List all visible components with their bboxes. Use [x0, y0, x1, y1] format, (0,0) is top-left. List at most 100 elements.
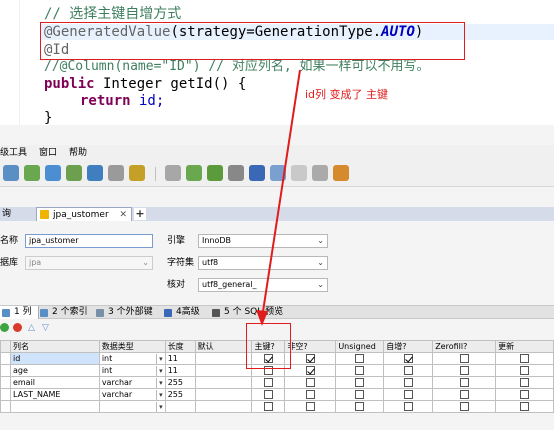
- zerofill-checkbox[interactable]: [459, 401, 469, 411]
- unsigned-checkbox[interactable]: [355, 401, 365, 411]
- menu-item-tools[interactable]: 级工具: [0, 145, 27, 161]
- subtab-sql-preview[interactable]: 5 个 SQL 预览: [210, 306, 283, 319]
- table-row[interactable]: ▾: [0, 400, 554, 413]
- update-checkbox[interactable]: [520, 353, 530, 363]
- add-tab-button[interactable]: +: [134, 208, 146, 220]
- refresh-icon[interactable]: [45, 165, 61, 181]
- notnull-checkbox[interactable]: [305, 401, 315, 411]
- length-cell[interactable]: 11: [164, 364, 196, 377]
- row-marker[interactable]: [0, 352, 11, 365]
- update-checkbox[interactable]: [520, 389, 530, 399]
- length-cell[interactable]: 11: [164, 352, 196, 365]
- autoinc-checkbox[interactable]: [403, 389, 413, 399]
- column-name-cell[interactable]: email: [9, 376, 100, 389]
- length-cell[interactable]: 255: [164, 376, 196, 389]
- data-type-cell[interactable]: int ▾: [98, 364, 166, 377]
- link-icon[interactable]: [66, 165, 82, 181]
- autoinc-checkbox[interactable]: [403, 377, 413, 387]
- autoinc-checkbox[interactable]: [403, 365, 413, 375]
- autoinc-checkbox[interactable]: [403, 353, 413, 363]
- move-up-icon[interactable]: △: [28, 323, 35, 333]
- subtab-foreign-keys[interactable]: 3 个外部键: [94, 306, 153, 319]
- unsigned-checkbox[interactable]: [355, 389, 365, 399]
- delete-column-icon[interactable]: [13, 323, 22, 332]
- column-header[interactable]: Unsigned: [335, 340, 385, 353]
- schema-icon[interactable]: [165, 165, 181, 181]
- notnull-checkbox[interactable]: [305, 389, 315, 399]
- code-line-return[interactable]: return id;: [80, 93, 164, 109]
- open-icon[interactable]: [24, 165, 40, 181]
- default-cell[interactable]: [194, 388, 253, 401]
- export-icon[interactable]: [87, 165, 103, 181]
- zerofill-checkbox[interactable]: [459, 377, 469, 387]
- grid-icon[interactable]: [291, 165, 307, 181]
- sync-icon[interactable]: [186, 165, 202, 181]
- notnull-checkbox[interactable]: [305, 377, 315, 387]
- chevron-down-icon[interactable]: ▾: [156, 365, 163, 376]
- menu-item-help[interactable]: 帮助: [69, 145, 87, 161]
- update-checkbox[interactable]: [520, 401, 530, 411]
- unsigned-checkbox[interactable]: [355, 365, 365, 375]
- column-header[interactable]: Zerofill?: [432, 340, 497, 353]
- default-cell[interactable]: [194, 376, 253, 389]
- table-row[interactable]: LAST_NAME varchar ▾ 255: [0, 388, 554, 401]
- row-marker[interactable]: [0, 364, 11, 377]
- pk-checkbox[interactable]: [263, 377, 273, 387]
- data-type-cell[interactable]: int ▾: [98, 352, 166, 365]
- move-down-icon[interactable]: ▽: [42, 323, 49, 333]
- default-cell[interactable]: [194, 400, 253, 413]
- row-marker[interactable]: [0, 376, 11, 389]
- pk-checkbox[interactable]: [263, 401, 273, 411]
- column-header[interactable]: 自增?: [383, 340, 434, 353]
- column-name-cell[interactable]: [9, 400, 100, 413]
- charset-select[interactable]: utf8 ⌄: [198, 256, 328, 270]
- close-icon[interactable]: ✕: [119, 210, 127, 220]
- length-cell[interactable]: 255: [164, 388, 196, 401]
- column-header[interactable]: 数据类型: [98, 340, 166, 353]
- column-name-cell[interactable]: id: [9, 352, 100, 365]
- default-cell[interactable]: [194, 352, 253, 365]
- update-checkbox[interactable]: [520, 365, 530, 375]
- pk-checkbox[interactable]: [263, 389, 273, 399]
- table-name-field[interactable]: jpa_ustomer: [25, 234, 153, 248]
- notnull-checkbox[interactable]: [305, 353, 315, 363]
- chevron-down-icon[interactable]: ▾: [156, 353, 163, 364]
- subtab-advanced[interactable]: 4高级: [162, 306, 200, 319]
- database-select[interactable]: jpa ⌄: [25, 256, 153, 270]
- length-cell[interactable]: [164, 400, 196, 413]
- zerofill-checkbox[interactable]: [459, 389, 469, 399]
- unsigned-checkbox[interactable]: [355, 377, 365, 387]
- history-icon[interactable]: [333, 165, 349, 181]
- row-marker[interactable]: [0, 388, 11, 401]
- zerofill-checkbox[interactable]: [459, 365, 469, 375]
- code-line-getter[interactable]: public Integer getId() {: [44, 76, 246, 92]
- notnull-checkbox[interactable]: [305, 365, 315, 375]
- data-type-cell[interactable]: ▾: [98, 400, 166, 413]
- data-type-cell[interactable]: varchar ▾: [98, 388, 166, 401]
- column-header[interactable]: 列名: [9, 340, 100, 353]
- unsigned-checkbox[interactable]: [355, 353, 365, 363]
- autoinc-checkbox[interactable]: [403, 401, 413, 411]
- default-cell[interactable]: [194, 364, 253, 377]
- subtab-indexes[interactable]: 2 个索引: [38, 306, 88, 319]
- column-header[interactable]: 默认: [194, 340, 253, 353]
- chevron-down-icon[interactable]: ▾: [156, 401, 163, 412]
- column-header[interactable]: 更新: [495, 340, 554, 353]
- chevron-down-icon[interactable]: ▾: [156, 389, 163, 400]
- column-name-cell[interactable]: LAST_NAME: [9, 388, 100, 401]
- column-header[interactable]: 长度: [164, 340, 196, 353]
- subtab-columns[interactable]: 1 列: [0, 306, 39, 319]
- data-type-cell[interactable]: varchar ▾: [98, 376, 166, 389]
- zerofill-checkbox[interactable]: [459, 353, 469, 363]
- row-marker[interactable]: [0, 400, 11, 413]
- compare-icon[interactable]: [207, 165, 223, 181]
- chevron-down-icon[interactable]: ▾: [156, 377, 163, 388]
- backup-icon[interactable]: [228, 165, 244, 181]
- tab-query[interactable]: 询: [0, 207, 30, 221]
- doc-icon[interactable]: [129, 165, 145, 181]
- column-header[interactable]: 非空?: [284, 340, 337, 353]
- new-icon[interactable]: [3, 165, 19, 181]
- menu-item-window[interactable]: 窗口: [39, 145, 57, 161]
- tab-table-designer[interactable]: jpa_ustomer ✕: [36, 207, 132, 221]
- collation-select[interactable]: utf8_general_ ⌄: [198, 278, 328, 292]
